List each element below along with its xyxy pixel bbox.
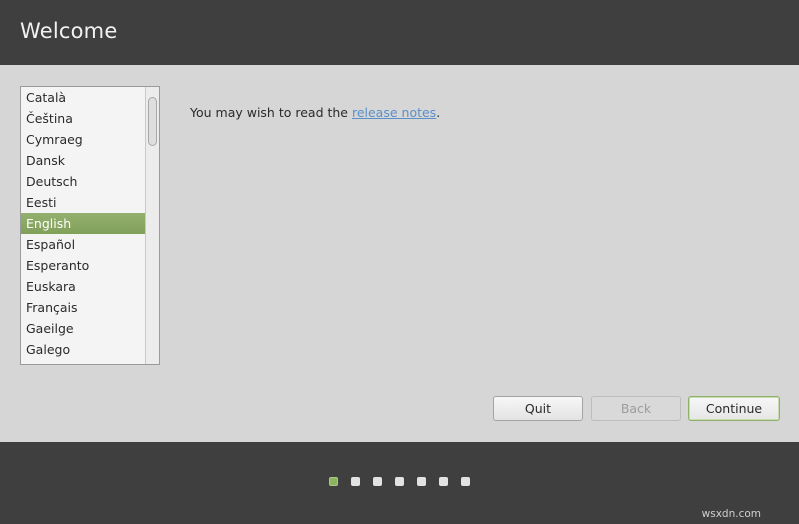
- lang-item[interactable]: Dansk: [21, 150, 145, 171]
- progress-dot-active: [329, 477, 338, 486]
- lang-item[interactable]: Deutsch: [21, 171, 145, 192]
- header-bar: Welcome: [0, 0, 799, 65]
- release-notes-prefix: You may wish to read the: [190, 105, 352, 120]
- lang-item[interactable]: Esperanto: [21, 255, 145, 276]
- lang-item[interactable]: Galego: [21, 339, 145, 360]
- release-notes-text: You may wish to read the release notes.: [190, 105, 440, 120]
- continue-button[interactable]: Continue: [688, 396, 780, 421]
- progress-dot: [395, 477, 404, 486]
- lang-item[interactable]: Gaeilge: [21, 318, 145, 339]
- back-button[interactable]: Back: [591, 396, 681, 421]
- main-content: Català Čeština Cymraeg Dansk Deutsch Ees…: [0, 65, 799, 442]
- scrollbar-thumb[interactable]: [148, 97, 157, 146]
- lang-item[interactable]: Euskara: [21, 276, 145, 297]
- lang-item[interactable]: Català: [21, 87, 145, 108]
- language-list-scrollbar[interactable]: [145, 87, 159, 364]
- lang-item[interactable]: Français: [21, 297, 145, 318]
- progress-dot: [439, 477, 448, 486]
- lang-item[interactable]: Čeština: [21, 108, 145, 129]
- lang-item[interactable]: Eesti: [21, 192, 145, 213]
- release-notes-suffix: .: [436, 105, 441, 120]
- release-notes-link[interactable]: release notes: [352, 105, 436, 120]
- footer-bar: wsxdn.com: [0, 442, 799, 524]
- lang-item[interactable]: Español: [21, 234, 145, 255]
- quit-button[interactable]: Quit: [493, 396, 583, 421]
- progress-dot: [417, 477, 426, 486]
- progress-dot: [461, 477, 470, 486]
- watermark-text: wsxdn.com: [701, 508, 761, 520]
- progress-dot: [373, 477, 382, 486]
- lang-item[interactable]: Cymraeg: [21, 129, 145, 150]
- page-title: Welcome: [20, 19, 118, 43]
- progress-dot: [351, 477, 360, 486]
- language-list[interactable]: Català Čeština Cymraeg Dansk Deutsch Ees…: [20, 86, 160, 365]
- lang-item-selected[interactable]: English: [21, 213, 145, 234]
